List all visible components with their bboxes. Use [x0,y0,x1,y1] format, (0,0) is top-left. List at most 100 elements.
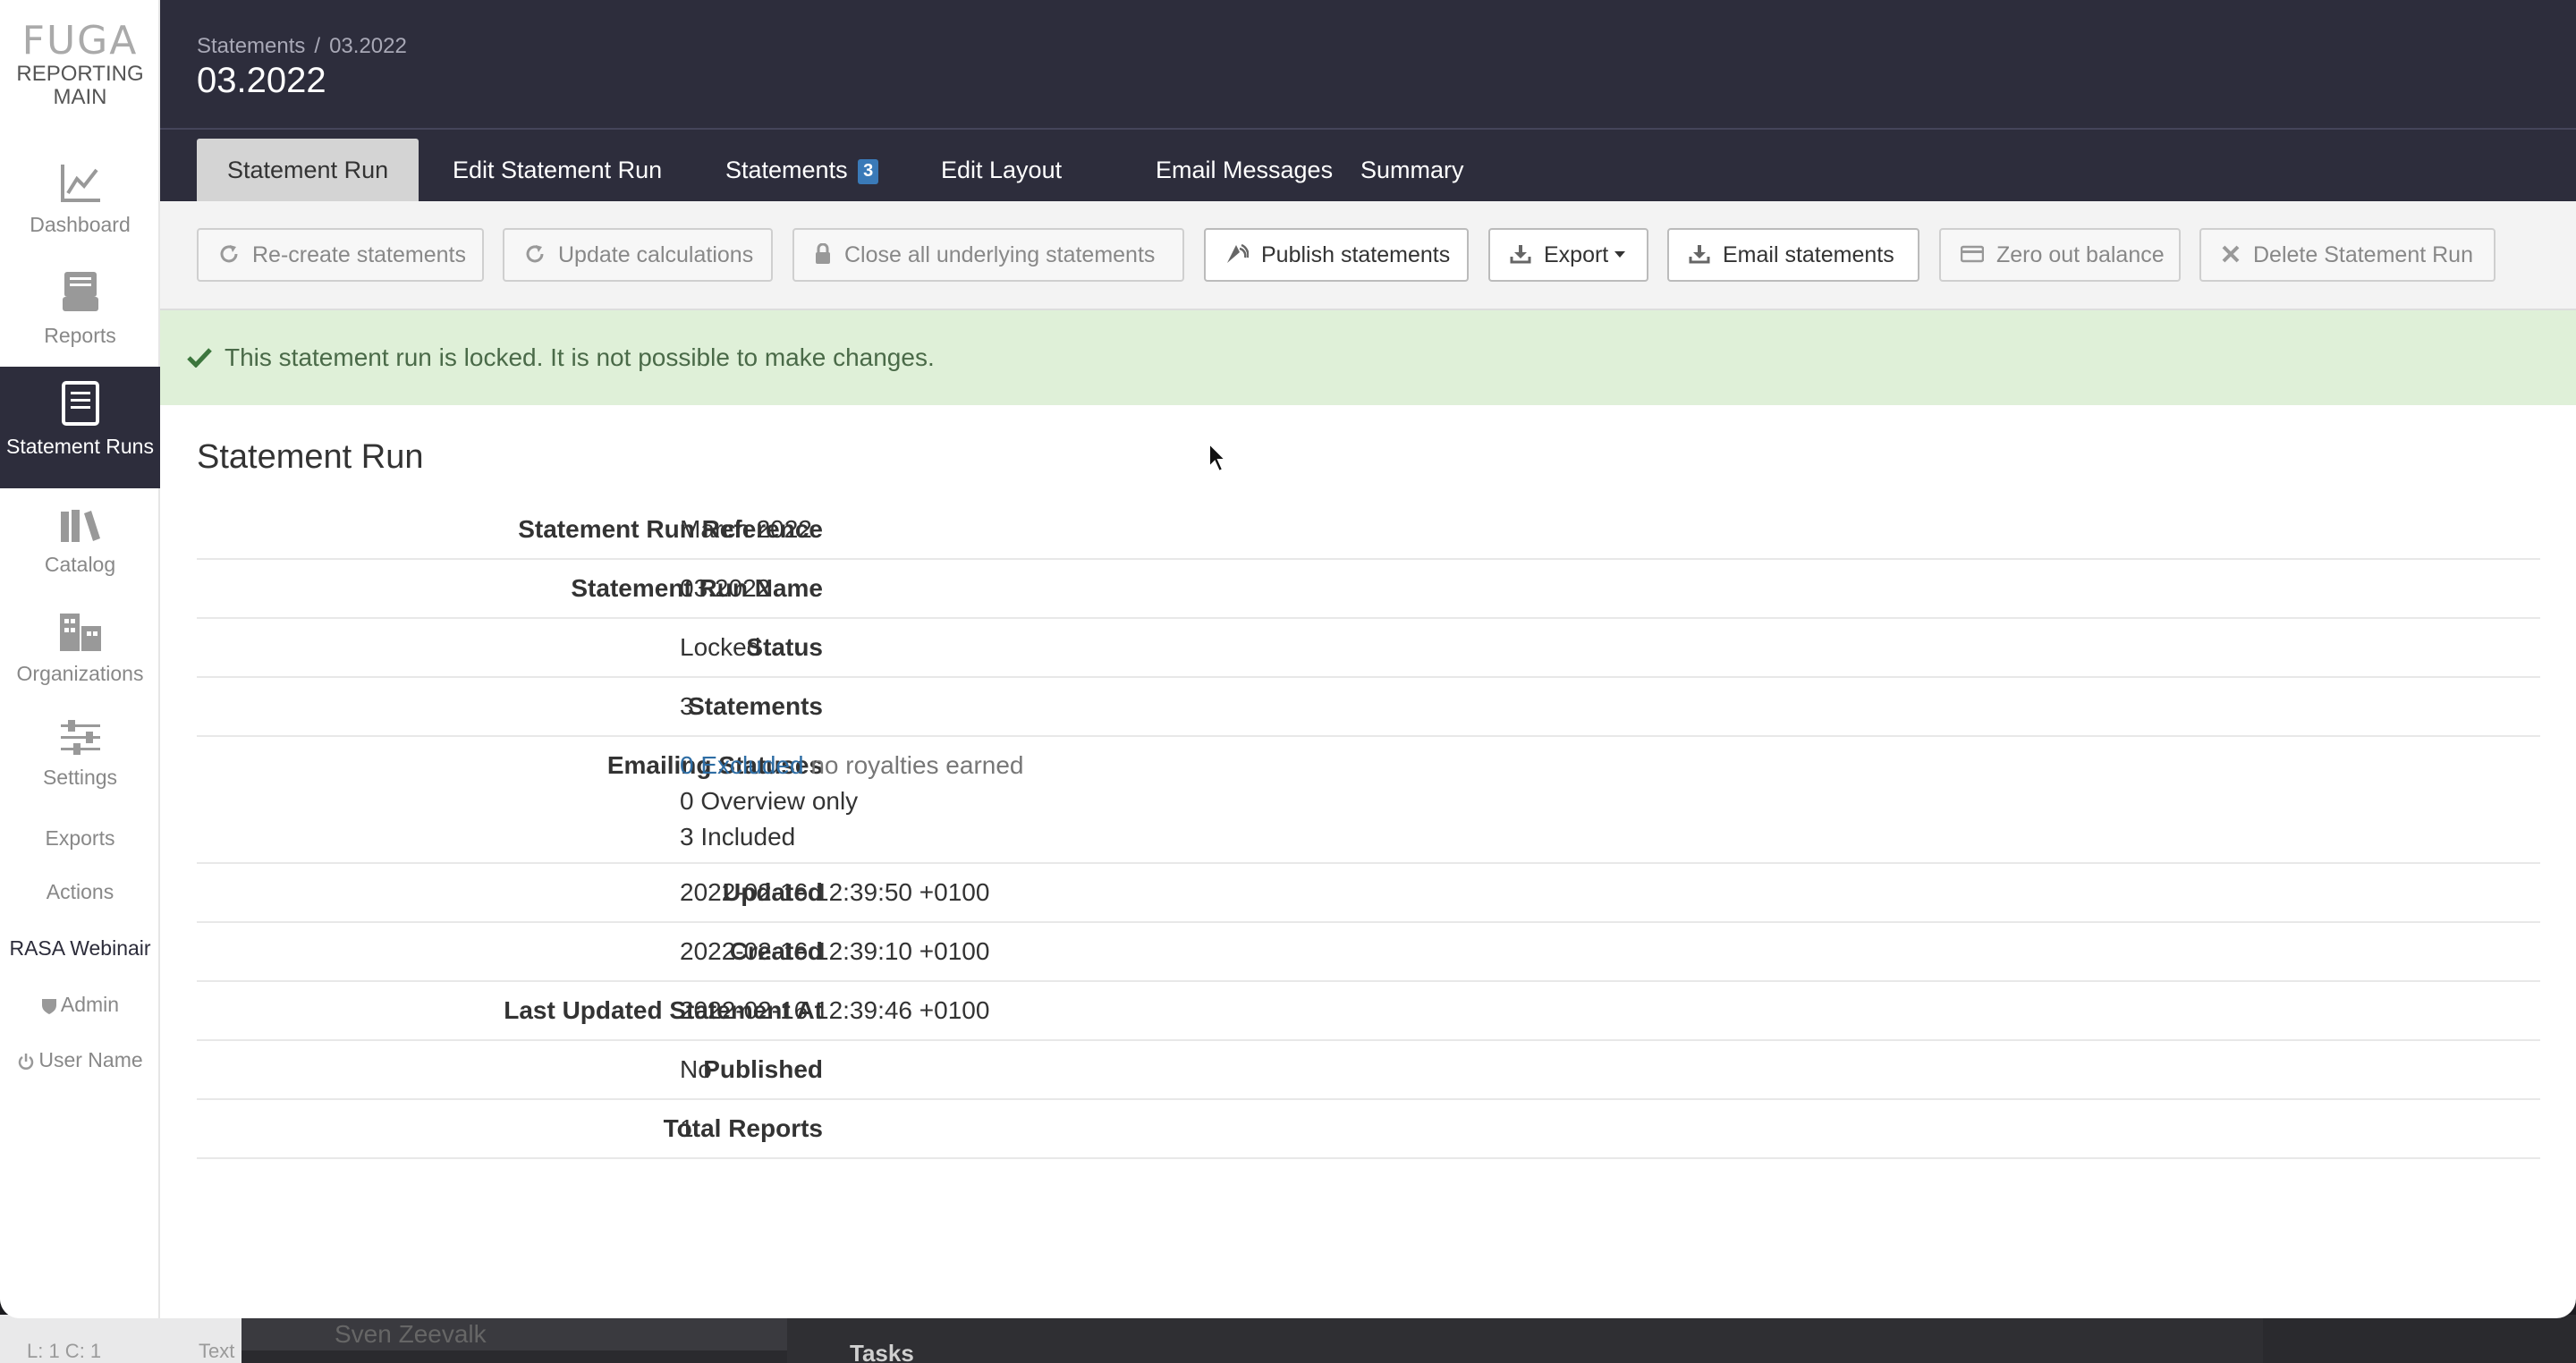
sidebar-item-settings[interactable]: Settings [0,719,160,808]
download-icon [1510,245,1531,264]
button-label: Zero out balance [1996,242,2165,267]
sidebar-item-statement-runs[interactable]: Statement Runs [0,367,160,488]
tab-statement-run[interactable]: Statement Run [197,139,419,201]
close-icon [2222,245,2240,263]
sidebar-item-label: Reports [44,324,116,347]
breadcrumb-separator: / [314,34,321,58]
button-label: Email statements [1723,242,1894,267]
tab-email-messages[interactable]: Email Messages [1125,139,1363,201]
editor-mode-label: Text [199,1340,235,1362]
sidebar-item-organizations[interactable]: Organizations [0,612,160,701]
tab-label: Statements [725,157,848,183]
button-label: Update calculations [558,242,754,267]
detail-value: 2022-02-16 12:39:46 +0100 [680,996,990,1024]
tab-label: Edit Statement Run [453,157,663,183]
tab-summary[interactable]: Summary [1330,139,1495,201]
section-title: Statement Run [197,438,424,476]
sidebar-item-actions[interactable]: Actions [0,880,160,904]
detail-row-status: Status Locked [197,619,2540,678]
logo-line-2: MAIN [53,85,107,109]
statements-count-link[interactable]: 3 [680,692,694,721]
tab-edit-statement-run[interactable]: Edit Statement Run [422,139,692,201]
detail-label: Total Reports [663,1114,823,1142]
credit-card-icon [1960,246,1985,263]
tab-label: Email Messages [1156,157,1334,183]
sidebar-item-label: Organizations [16,662,144,685]
sidebar-item-reports[interactable]: Reports [0,270,160,360]
sidebar-item-label: Dashboard [30,213,131,236]
excluded-note: no royalties earned [810,751,1024,779]
detail-value: 2022-02-16 12:39:10 +0100 [680,937,990,965]
detail-row-total-reports: Total Reports 1 [197,1100,2540,1159]
sliders-icon [60,720,100,755]
background-user-bar: Sven Zeevalk [242,1315,787,1350]
broadcast-icon [1227,244,1250,264]
detail-row-reference: Statement Run Reference March 2022 [197,501,2540,560]
close-all-statements-button[interactable]: Close all underlying statements [792,228,1184,282]
button-label: Publish statements [1261,242,1451,267]
detail-value: No [680,1055,712,1083]
sidebar-item-exports[interactable]: Exports [0,826,160,851]
page-title: 03.2022 [197,61,326,100]
detail-row-emailing-statuses: Emailing Statuses 0 Excluded no royaltie… [197,737,2540,864]
tab-statements[interactable]: Statements 3 [695,139,909,201]
included-link[interactable]: 3 Included [680,823,795,851]
refresh-icon [220,245,238,263]
export-dropdown-button[interactable]: Export [1488,228,1648,282]
sidebar-item-admin[interactable]: Admin [0,993,160,1017]
tab-label: Edit Layout [941,157,1063,183]
recreate-statements-button[interactable]: Re-create statements [197,228,484,282]
sidebar-item-label: User Name [38,1048,143,1071]
detail-row-updated: Updated 2022-02-16 12:39:50 +0100 [197,864,2540,923]
email-statements-button[interactable]: Email statements [1667,228,1919,282]
tab-label: Statement Run [227,157,389,183]
breadcrumb-root[interactable]: Statements [197,34,305,58]
caret-down-icon [1614,251,1626,258]
sidebar-item-rasa-webinair[interactable]: RASA Webinair [0,936,160,961]
desktop-background: L: 1 C: 1 Text Sven Zeevalk Tasks [0,1315,2576,1363]
background-user-name: Sven Zeevalk [335,1320,487,1348]
detail-label: Published [703,1055,823,1083]
tab-edit-layout[interactable]: Edit Layout [911,139,1092,201]
shield-icon [41,998,56,1014]
breadcrumb-current: 03.2022 [329,34,407,58]
lock-icon [816,242,830,265]
app-logo[interactable]: FUGA REPORTING MAIN [0,20,160,109]
download-icon [1689,245,1710,264]
alert-message: This statement run is locked. It is not … [225,343,935,371]
button-label: Delete Statement Run [2253,242,2473,267]
sidebar: FUGA REPORTING MAIN Dashboard Reports St… [0,0,160,1318]
delete-statement-run-button[interactable]: Delete Statement Run [2199,228,2496,282]
sidebar-item-label: Statement Runs [6,435,154,458]
editor-cursor-position: L: 1 C: 1 [27,1340,102,1362]
logo-mark: FUGA [21,18,139,63]
zero-out-balance-button[interactable]: Zero out balance [1939,228,2181,282]
button-label: Close all underlying statements [844,242,1156,267]
background-tasks-bar [787,1315,2263,1363]
detail-value: 03.2022 [680,574,771,602]
page-header: Statements / 03.2022 03.2022 [160,0,2576,130]
sidebar-item-label: Settings [42,766,118,789]
sidebar-item-label: Admin [60,993,120,1016]
update-calculations-button[interactable]: Update calculations [503,228,773,282]
excluded-link[interactable]: 0 Excluded [680,751,804,779]
sidebar-item-dashboard[interactable]: Dashboard [0,163,160,252]
overview-only-link[interactable]: 0 Overview only [680,787,858,816]
sidebar-item-user[interactable]: User Name [0,1048,160,1072]
tab-bar: Statement Run Edit Statement Run Stateme… [160,130,2576,201]
inbox-icon [62,272,98,311]
document-icon [61,381,99,426]
logo-line-1: REPORTING [16,62,144,86]
detail-value: 2022-02-16 12:39:50 +0100 [680,878,990,906]
sidebar-item-label: Catalog [44,553,116,576]
sidebar-item-catalog[interactable]: Catalog [0,508,160,597]
button-label: Export [1544,242,1609,267]
detail-value: Locked [680,633,761,661]
detail-row-statements: Statements 3 [197,678,2540,737]
detail-label: Statements [688,692,823,720]
refresh-icon [526,245,544,263]
detail-value: March 2022 [680,515,812,543]
check-icon [187,347,212,368]
publish-statements-button[interactable]: Publish statements [1204,228,1469,282]
detail-row-published: Published No [197,1041,2540,1100]
